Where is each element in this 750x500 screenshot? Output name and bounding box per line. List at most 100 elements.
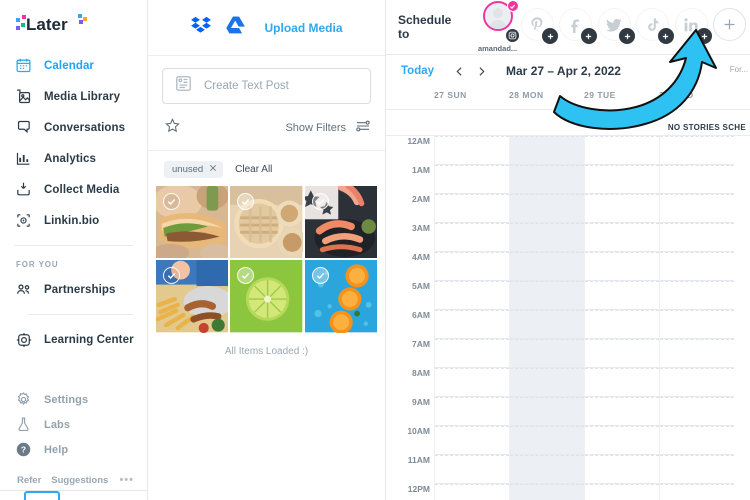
media-item-lime[interactable] <box>230 260 303 333</box>
sidebar-item-settings[interactable]: Settings <box>14 387 147 412</box>
media-item-crab-legs[interactable] <box>304 186 377 259</box>
calendar-slot[interactable] <box>510 252 584 281</box>
platform-pinterest[interactable] <box>520 8 559 46</box>
platform-linkedin[interactable] <box>674 8 713 46</box>
sidebar-item-linkinbio[interactable]: Linkin.bio <box>14 205 147 236</box>
calendar-slot[interactable] <box>435 310 509 339</box>
media-item-sandwich[interactable] <box>156 186 229 259</box>
account-selector-instagram[interactable]: amandad... <box>476 0 520 53</box>
day-header-30-wed[interactable]: 30 WED <box>659 87 734 109</box>
day-column-29-tue[interactable] <box>584 136 659 500</box>
bottom-chip-button[interactable] <box>24 491 60 500</box>
sidebar-item-learning-center[interactable]: Learning Center <box>14 324 147 355</box>
media-select-check[interactable] <box>311 267 329 285</box>
calendar-slot[interactable] <box>660 194 734 223</box>
calendar-slot[interactable] <box>435 368 509 397</box>
add-platform-button[interactable] <box>542 28 559 44</box>
calendar-slot[interactable] <box>660 136 734 165</box>
calendar-slot[interactable] <box>435 252 509 281</box>
sidebar-item-labs[interactable]: Labs <box>14 412 147 437</box>
add-platform-button[interactable] <box>580 28 597 44</box>
calendar-slot[interactable] <box>435 455 509 484</box>
day-column-28-mon[interactable] <box>509 136 584 500</box>
day-column-27-sun[interactable] <box>434 136 509 500</box>
today-button[interactable]: Today <box>401 65 434 77</box>
chevron-left-icon[interactable] <box>448 60 470 82</box>
calendar-slot[interactable] <box>660 252 734 281</box>
calendar-slot[interactable] <box>660 455 734 484</box>
calendar-slot[interactable] <box>585 455 659 484</box>
calendar-slot[interactable] <box>585 426 659 455</box>
calendar-slot[interactable] <box>585 252 659 281</box>
calendar-slot[interactable] <box>510 310 584 339</box>
star-icon[interactable] <box>164 117 181 139</box>
sidebar-item-collect-media[interactable]: Collect Media <box>14 174 147 205</box>
calendar-slot[interactable] <box>585 194 659 223</box>
app-logo[interactable]: Later <box>0 0 147 50</box>
suggestions-link[interactable]: Suggestions <box>51 475 108 486</box>
calendar-slot[interactable] <box>435 397 509 426</box>
calendar-slot[interactable] <box>510 397 584 426</box>
calendar-slot[interactable] <box>660 397 734 426</box>
calendar-slot[interactable] <box>435 281 509 310</box>
calendar-slot[interactable] <box>585 368 659 397</box>
calendar-slot[interactable] <box>585 310 659 339</box>
media-select-check[interactable] <box>311 193 329 210</box>
calendar-slot[interactable] <box>510 455 584 484</box>
show-filters-button[interactable]: Show Filters <box>285 122 346 134</box>
calendar-slot[interactable] <box>435 136 509 165</box>
calendar-slot[interactable] <box>510 339 584 368</box>
calendar-slot[interactable] <box>585 484 659 500</box>
calendar-slot[interactable] <box>435 426 509 455</box>
sidebar-item-calendar[interactable]: Calendar <box>14 50 147 81</box>
refer-link[interactable]: Refer <box>17 475 41 486</box>
media-item-pies[interactable] <box>230 186 303 259</box>
media-select-check[interactable] <box>163 193 180 210</box>
platform-tiktok[interactable] <box>636 8 674 46</box>
calendar-slot[interactable] <box>510 136 584 165</box>
upload-media-button[interactable]: Upload Media <box>264 21 342 35</box>
dropbox-icon[interactable] <box>190 14 212 41</box>
calendar-slot[interactable] <box>510 165 584 194</box>
platform-facebook[interactable] <box>559 8 597 46</box>
create-text-post-input[interactable]: Create Text Post <box>162 68 371 104</box>
add-platform-button[interactable] <box>657 28 674 44</box>
day-header-28-mon[interactable]: 28 MON <box>509 87 584 109</box>
day-column-30-wed[interactable] <box>659 136 734 500</box>
calendar-slot[interactable] <box>510 426 584 455</box>
calendar-slot[interactable] <box>660 426 734 455</box>
clear-all-button[interactable]: Clear All <box>235 164 272 175</box>
calendar-slot[interactable] <box>660 484 734 500</box>
calendar-slot[interactable] <box>510 484 584 500</box>
sidebar-item-help[interactable]: ? Help <box>14 437 147 462</box>
calendar-slot[interactable] <box>435 165 509 194</box>
calendar-slot[interactable] <box>585 165 659 194</box>
filter-tag-unused[interactable]: unused <box>164 161 224 178</box>
sidebar-item-conversations[interactable]: Conversations <box>14 112 147 143</box>
google-drive-icon[interactable] <box>225 14 247 41</box>
calendar-slot[interactable] <box>510 223 584 252</box>
calendar-slot[interactable] <box>510 368 584 397</box>
sliders-icon[interactable] <box>355 118 371 139</box>
calendar-slot[interactable] <box>435 339 509 368</box>
media-item-oranges[interactable] <box>304 260 377 333</box>
calendar-slot[interactable] <box>585 397 659 426</box>
close-icon[interactable] <box>209 164 217 175</box>
calendar-slot[interactable] <box>660 339 734 368</box>
calendar-slot[interactable] <box>435 484 509 500</box>
calendar-slot[interactable] <box>660 223 734 252</box>
more-options-icon[interactable]: ••• <box>119 474 134 486</box>
calendar-slot[interactable] <box>585 339 659 368</box>
add-platform-button[interactable] <box>696 28 713 44</box>
day-header-29-tue[interactable]: 29 TUE <box>584 87 659 109</box>
day-header-27-sun[interactable]: 27 SUN <box>434 87 509 109</box>
calendar-slot[interactable] <box>510 194 584 223</box>
calendar-slot[interactable] <box>660 368 734 397</box>
calendar-slot[interactable] <box>585 223 659 252</box>
platform-twitter[interactable] <box>597 8 636 46</box>
calendar-slot[interactable] <box>435 223 509 252</box>
calendar-slot[interactable] <box>435 194 509 223</box>
add-platform-button[interactable] <box>619 28 636 44</box>
add-account-button[interactable] <box>713 8 750 46</box>
calendar-slot[interactable] <box>585 136 659 165</box>
